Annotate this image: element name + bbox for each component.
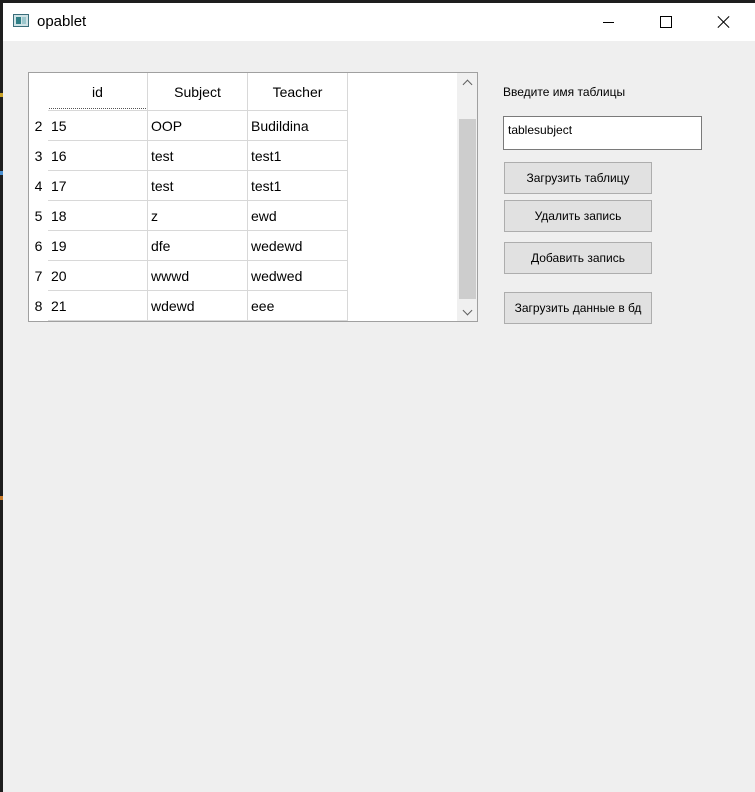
table-cell[interactable]: 17 [48,171,148,201]
table-cell[interactable]: wedewd [248,231,348,261]
row-header[interactable]: 4 [29,171,48,201]
table-cell[interactable]: Budildina [248,111,348,141]
table-cell[interactable]: test1 [248,171,348,201]
maximize-icon [660,16,672,28]
table-name-label: Введите имя таблицы [503,85,626,99]
window-title: opablet [37,13,87,30]
minimize-button[interactable] [579,3,637,41]
table-corner[interactable] [29,73,48,111]
column-header-id[interactable]: id [48,73,148,111]
table-cell[interactable]: 19 [48,231,148,261]
table-cell[interactable]: 21 [48,291,148,321]
scroll-up-button[interactable] [457,73,477,91]
load-table-button[interactable]: Загрузить таблицу [504,162,652,194]
upload-to-db-button[interactable]: Загрузить данные в бд [504,292,652,324]
delete-record-button[interactable]: Удалить запись [504,200,652,232]
table-cell[interactable]: 20 [48,261,148,291]
table-cell[interactable]: wwwd [148,261,248,291]
row-header[interactable]: 5 [29,201,48,231]
column-header-teacher[interactable]: Teacher [248,73,348,111]
close-button[interactable] [695,3,753,41]
chevron-up-icon [462,79,472,89]
table-cell[interactable]: OOP [148,111,248,141]
maximize-button[interactable] [637,3,695,41]
scroll-down-button[interactable] [457,303,477,321]
table-cell[interactable]: test1 [248,141,348,171]
app-window-icon [13,14,29,27]
row-header[interactable]: 8 [29,291,48,321]
table-cell[interactable]: wedwed [248,261,348,291]
table-cell[interactable]: ewd [248,201,348,231]
table-cell[interactable]: test [148,171,248,201]
table-cell[interactable]: dfe [148,231,248,261]
table-cell[interactable]: z [148,201,248,231]
close-icon [717,15,731,29]
table-name-input[interactable]: tablesubject [503,116,702,150]
row-header[interactable]: 2 [29,111,48,141]
chevron-down-icon [462,305,472,315]
scrollbar-thumb[interactable] [459,119,476,299]
row-header[interactable]: 6 [29,231,48,261]
data-table[interactable]: id Subject Teacher 2 15 OOP Budildina 3 … [28,72,478,322]
add-record-button[interactable]: Добавить запись [504,242,652,274]
table-cell[interactable]: 18 [48,201,148,231]
table-cell[interactable]: test [148,141,248,171]
table-cell[interactable]: 16 [48,141,148,171]
vertical-scrollbar[interactable] [457,73,477,321]
row-header[interactable]: 3 [29,141,48,171]
minimize-icon [602,21,614,23]
app-window: opablet id Subject Teacher 2 15 OOP Budi… [3,3,755,792]
row-header[interactable]: 7 [29,261,48,291]
title-bar[interactable]: opablet [3,3,755,41]
column-header-subject[interactable]: Subject [148,73,248,111]
table-cell[interactable]: eee [248,291,348,321]
table-cell[interactable]: wdewd [148,291,248,321]
table-cell[interactable]: 15 [48,111,148,141]
